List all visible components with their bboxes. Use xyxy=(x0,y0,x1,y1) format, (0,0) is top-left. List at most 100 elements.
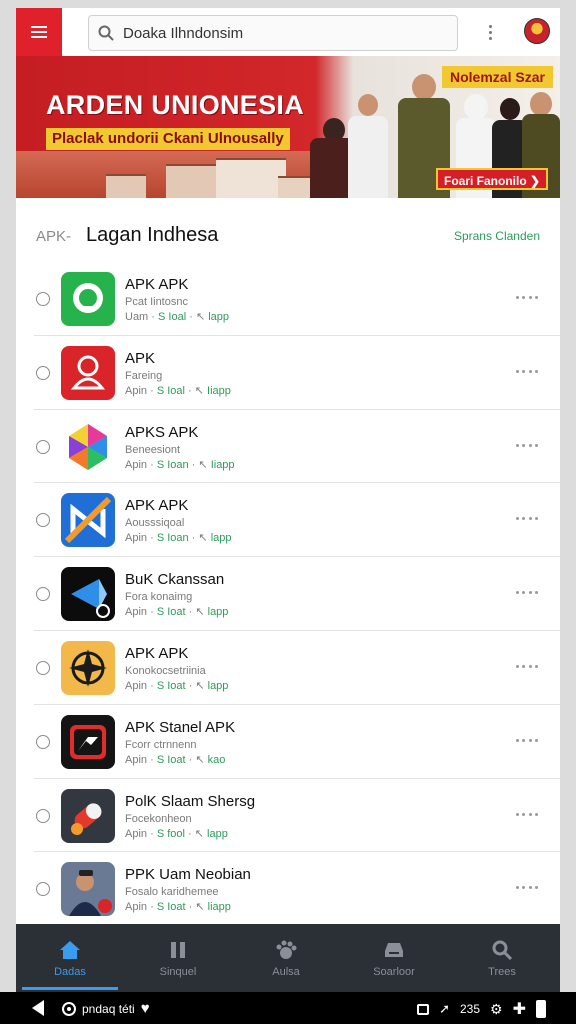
dash-sep: · xyxy=(188,532,199,545)
dash-sep: · xyxy=(147,827,157,840)
crossed-n-icon[interactable] xyxy=(61,493,115,548)
select-radio[interactable] xyxy=(36,882,50,897)
app-subtitle: Focekonheon xyxy=(125,812,192,825)
battery-icon xyxy=(536,1000,546,1018)
app-meta: Apin · S Ioat · ↖ lapp xyxy=(125,679,228,692)
nav-label: Trees xyxy=(488,966,516,978)
select-radio[interactable] xyxy=(36,660,50,675)
bottom-navigation: Dadas Sinquel Aulsa Soarloor Trees xyxy=(16,924,560,992)
app-name: BuK Ckanssan xyxy=(125,571,225,589)
dash-sep: · xyxy=(185,679,196,692)
list-item[interactable]: APK Stanel APK Fcorr ctrnnenn Apin · S Ioa… xyxy=(34,705,560,779)
select-radio[interactable] xyxy=(36,587,50,602)
dash-sep: · xyxy=(147,384,157,397)
app-meta: Apin · S Ioan · ↖ Iiapp xyxy=(125,458,235,471)
search-text: Doaka Ilhndonsim xyxy=(123,24,244,42)
capsule-icon[interactable] xyxy=(61,788,115,843)
banner-cta-button[interactable]: Foari Fanonilo ❯ xyxy=(436,168,549,190)
meta-b: S Ioal xyxy=(158,311,187,323)
nav-item-trees[interactable]: Trees xyxy=(448,924,556,992)
overflow-icon[interactable] xyxy=(482,20,498,44)
more-options-icon[interactable] xyxy=(516,886,538,890)
system-left-text: pndaq téti xyxy=(82,1001,135,1016)
download-icon: ↖ xyxy=(198,458,211,471)
select-radio[interactable] xyxy=(36,808,50,823)
system-status-left: pndaq téti ♥ xyxy=(62,1000,150,1017)
app-name: APK xyxy=(125,349,156,367)
more-options-icon[interactable] xyxy=(516,812,538,817)
promo-banner[interactable]: ARDEN UNIONESIA Placlak undorii Ckani Ul… xyxy=(16,56,560,198)
app-meta: Apin · S fool · ↖ lapp xyxy=(125,827,228,840)
nav-item-aulsa[interactable]: Aulsa xyxy=(232,924,340,992)
app-list: APK APK Pcat Iintosnc Uam · S Ioal · ↖ lap… xyxy=(34,262,560,927)
nav-item-dadas[interactable]: Dadas xyxy=(16,924,124,992)
record-icon xyxy=(62,1001,76,1016)
menu-button[interactable] xyxy=(16,8,62,56)
list-item[interactable]: APK APK Pcat Iintosnc Uam · S Ioal · ↖ lap… xyxy=(34,262,560,336)
app-subtitle: Fosalo karidhemee xyxy=(125,886,219,899)
swoosh-icon[interactable] xyxy=(61,714,115,769)
list-item[interactable]: APK APK Aousssiqoal Apin · S Ioan · ↖ lapp xyxy=(34,483,560,558)
meta-c: lapp xyxy=(207,827,228,840)
list-item[interactable]: APKS APK Beneesiont Apin · S Ioan · ↖ Iiap… xyxy=(34,410,560,484)
nav-item-sinquel[interactable]: Sinquel xyxy=(124,924,232,992)
app-subtitle: Fora konaimg xyxy=(125,591,193,604)
more-options-icon[interactable] xyxy=(516,738,538,743)
meta-a: Uam xyxy=(125,311,149,323)
crystal-gem-icon[interactable] xyxy=(61,419,115,474)
search-input[interactable]: Doaka Ilhndonsim xyxy=(88,15,458,51)
more-options-icon[interactable] xyxy=(516,369,538,374)
chat-bubble-icon[interactable] xyxy=(61,272,115,326)
more-options-icon[interactable] xyxy=(516,517,538,521)
meta-c: lapp xyxy=(208,311,230,323)
dash-sep: · xyxy=(147,753,157,766)
more-options-icon[interactable] xyxy=(516,664,538,669)
meta-a: Apin xyxy=(125,753,148,766)
more-options-icon[interactable] xyxy=(516,591,538,595)
meta-a: Apin xyxy=(125,606,148,619)
meta-b: S Ioan xyxy=(156,532,189,545)
list-item[interactable]: APK Fareing Apin · S Ioal · ↖ Iiapp xyxy=(34,336,560,410)
drawer-icon xyxy=(382,938,406,962)
list-item[interactable]: BuK Ckanssan Fora konaimg Apin · S Ioat · … xyxy=(34,557,560,631)
select-radio[interactable] xyxy=(36,439,50,454)
dash-sep: · xyxy=(185,606,196,619)
select-radio[interactable] xyxy=(36,292,50,306)
select-radio[interactable] xyxy=(36,734,50,749)
blue-arrow-icon[interactable] xyxy=(61,567,115,622)
meta-a: Apin xyxy=(125,532,148,545)
more-options-icon[interactable] xyxy=(516,443,538,448)
top-app-bar: Doaka Ilhndonsim xyxy=(16,8,560,56)
download-icon: ↖ xyxy=(195,901,208,914)
banner-title: ARDEN UNIONESIA xyxy=(46,90,305,120)
download-icon: ↖ xyxy=(198,532,211,545)
meta-a: Apin xyxy=(125,458,148,471)
list-item[interactable]: PPK Uam Neobian Fosalo karidhemee Apin · S… xyxy=(34,852,560,927)
plus-icon: ✚ xyxy=(512,1001,526,1018)
more-options-icon[interactable] xyxy=(516,296,538,300)
banner-subtitle: Placlak undorii Ckani Ulnousally xyxy=(46,128,290,150)
app-subtitle: Pcat Iintosnc xyxy=(125,296,188,308)
section-header: APK- Lagan Indhesa Sprans Clanden xyxy=(16,220,560,254)
see-all-link[interactable]: Sprans Clanden xyxy=(454,229,540,243)
app-name: APK APK xyxy=(125,276,189,293)
person-outline-icon[interactable] xyxy=(61,345,115,400)
back-icon[interactable] xyxy=(32,1000,44,1016)
app-name: APK APK xyxy=(125,497,189,515)
chevron-right-icon: ❯ xyxy=(530,174,541,188)
download-icon: ↖ xyxy=(194,827,208,840)
download-icon: ↖ xyxy=(195,679,208,692)
app-name: PolK Slaam Shersg xyxy=(125,792,256,810)
list-item[interactable]: APK APK Konokocsetriinia Apin · S Ioat · ↖… xyxy=(34,631,560,705)
meta-c: liapp xyxy=(207,901,231,914)
select-radio[interactable] xyxy=(36,365,50,380)
portrait-icon[interactable] xyxy=(61,862,115,917)
list-item[interactable]: PolK Slaam Shersg Focekonheon Apin · S foo… xyxy=(34,779,560,853)
nav-item-soarloor[interactable]: Soarloor xyxy=(340,924,448,992)
meta-b: S Ioan xyxy=(156,458,189,471)
select-radio[interactable] xyxy=(36,513,50,528)
meta-c: lapp xyxy=(207,606,229,619)
avatar[interactable] xyxy=(524,18,550,44)
compass-emblem-icon[interactable] xyxy=(61,640,115,695)
search-icon xyxy=(490,938,514,962)
